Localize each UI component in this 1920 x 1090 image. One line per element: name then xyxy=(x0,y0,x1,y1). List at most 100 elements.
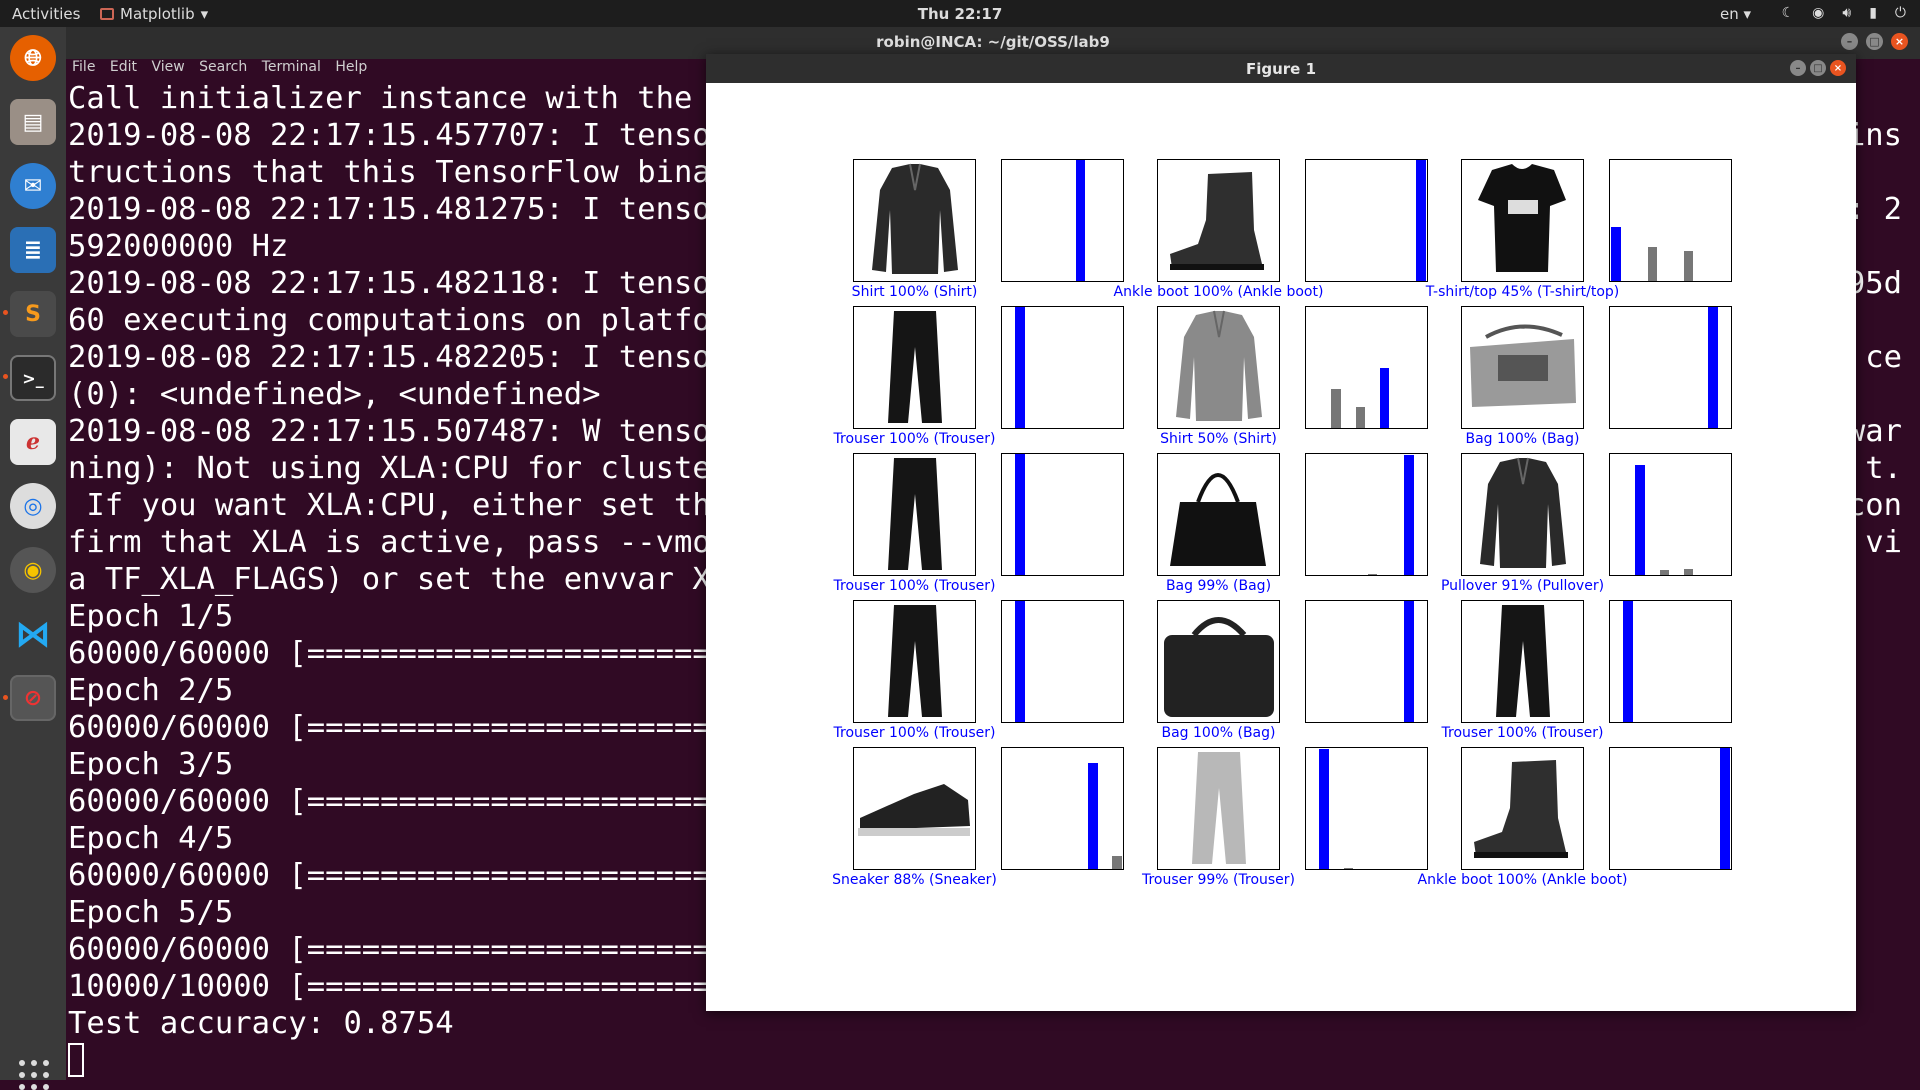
probability-bar xyxy=(1416,160,1426,281)
menu-search[interactable]: Search xyxy=(199,59,247,75)
probability-bar xyxy=(1015,601,1025,722)
image-axes-trouser xyxy=(853,453,976,576)
image-axes-bag-open xyxy=(1461,306,1584,429)
probability-bar xyxy=(1611,226,1621,281)
probability-bar-axes xyxy=(1305,747,1428,870)
probability-bar xyxy=(1379,367,1390,428)
image-axes-trouser xyxy=(853,600,976,723)
writer-icon[interactable]: ≣ xyxy=(10,227,56,273)
thunderbird-icon[interactable]: ✉ xyxy=(10,163,56,209)
probability-bar xyxy=(1319,749,1329,869)
files-icon[interactable]: ▤ xyxy=(10,99,56,145)
close-button[interactable]: × xyxy=(1891,33,1908,50)
prediction-label: Trouser 100% (Trouser) xyxy=(833,578,996,594)
probability-bar xyxy=(1112,855,1122,869)
image-axes-trouser xyxy=(853,306,976,429)
document-viewer-icon[interactable]: ℯ xyxy=(10,419,56,465)
probability-bar xyxy=(1683,568,1694,575)
minimize-button[interactable]: – xyxy=(1790,60,1806,76)
ankle-boot-image xyxy=(1474,760,1568,858)
running-indicator xyxy=(3,310,8,315)
prediction-label: Trouser 100% (Trouser) xyxy=(833,431,996,447)
image-axes-shirt xyxy=(853,159,976,282)
language-indicator[interactable]: en ▾ xyxy=(1720,5,1751,23)
probability-bar xyxy=(1331,389,1342,428)
tote-bag-image xyxy=(1170,473,1266,566)
image-axes-pullover xyxy=(1461,453,1584,576)
rhythmbox-icon[interactable]: ◉ xyxy=(10,547,56,593)
probability-bar xyxy=(1708,307,1718,428)
vscode-icon[interactable]: ⋈ xyxy=(10,611,56,657)
shirt-light-image xyxy=(1176,310,1262,421)
figure-title: Figure 1 xyxy=(1245,60,1317,78)
probability-bar xyxy=(1659,570,1670,575)
matplotlib-figure-icon[interactable]: ⊘ xyxy=(10,675,56,721)
menu-file[interactable]: File xyxy=(72,59,95,75)
probability-bar xyxy=(1075,160,1086,281)
trouser-image xyxy=(888,605,942,717)
image-axes-shirt-light xyxy=(1157,306,1280,429)
firefox-icon[interactable]: 🌐︎ xyxy=(10,35,56,81)
image-axes-ankle-boot xyxy=(1157,159,1280,282)
probability-bar-axes xyxy=(1001,747,1124,870)
probability-bar-axes xyxy=(1001,306,1124,429)
probability-bar xyxy=(1343,867,1354,869)
probability-bar xyxy=(1647,247,1658,281)
probability-bar-axes xyxy=(1305,600,1428,723)
language-label: en xyxy=(1720,5,1739,23)
probability-bar xyxy=(1404,601,1414,722)
trouser-image xyxy=(888,458,942,570)
handbag-image xyxy=(1164,617,1274,717)
probability-bar xyxy=(1087,762,1098,869)
close-button[interactable]: × xyxy=(1830,60,1846,76)
prediction-label: Sneaker 88% (Sneaker) xyxy=(832,872,997,888)
probability-bar xyxy=(1015,307,1025,428)
show-applications-icon[interactable] xyxy=(19,1060,49,1090)
prediction-label: Ankle boot 100% (Ankle boot) xyxy=(1417,872,1628,888)
probability-bar xyxy=(1635,464,1646,575)
shirt-image xyxy=(872,163,958,274)
sublime-text-icon[interactable]: S xyxy=(10,291,56,337)
probability-bar-axes xyxy=(1609,306,1732,429)
probability-bar-axes xyxy=(1305,453,1428,576)
trouser-image xyxy=(888,311,942,423)
prediction-label: Trouser 99% (Trouser) xyxy=(1141,872,1296,888)
prediction-label: Pullover 91% (Pullover) xyxy=(1440,578,1605,594)
probability-bar-axes xyxy=(1001,453,1124,576)
running-indicator xyxy=(3,695,8,700)
probability-bar xyxy=(1015,454,1025,575)
maximize-button[interactable]: □ xyxy=(1866,33,1883,50)
probability-bar-axes xyxy=(1609,453,1732,576)
prediction-label: Shirt 50% (Shirt) xyxy=(1160,431,1277,447)
terminal-icon[interactable]: >_ xyxy=(10,355,56,401)
probability-bar-axes xyxy=(1609,600,1732,723)
image-axes-handbag xyxy=(1157,600,1280,723)
probability-bar-axes xyxy=(1609,159,1732,282)
figure-window[interactable]: Figure 1 – □ × Shirt 100% (Shirt) Ankle b… xyxy=(706,54,1856,1011)
menu-terminal[interactable]: Terminal xyxy=(262,59,321,75)
figure-titlebar[interactable]: Figure 1 – □ × xyxy=(706,54,1856,83)
menu-edit[interactable]: Edit xyxy=(110,59,137,75)
minimize-button[interactable]: – xyxy=(1841,33,1858,50)
plot-canvas[interactable]: Shirt 100% (Shirt) Ankle boot 100% (Ankle… xyxy=(706,83,1856,1011)
probability-bar-axes xyxy=(1305,306,1428,429)
image-axes-trouser xyxy=(1461,600,1584,723)
running-indicator xyxy=(3,374,8,379)
chrome-icon[interactable]: ◎ xyxy=(10,483,56,529)
menu-help[interactable]: Help xyxy=(335,59,367,75)
probability-bar xyxy=(1404,455,1414,575)
probability-bar xyxy=(1683,250,1694,281)
prediction-label: Bag 100% (Bag) xyxy=(1161,725,1276,741)
terminal-cursor xyxy=(68,1043,84,1077)
top-panel: Activities Matplotlib ▾ Thu 22:17 en ▾ ☾… xyxy=(0,0,1920,27)
chevron-down-icon: ▾ xyxy=(1743,5,1752,23)
maximize-button[interactable]: □ xyxy=(1810,60,1826,76)
clock[interactable]: Thu 22:17 xyxy=(0,5,1920,23)
probability-bar-axes xyxy=(1001,600,1124,723)
menu-view[interactable]: View xyxy=(151,59,184,75)
system-tray[interactable]: ☾ ◉ 🔊︎ ▮ ⏻ xyxy=(1782,5,1906,21)
wifi-icon: ◉ xyxy=(1812,5,1825,21)
probability-bar xyxy=(1623,601,1633,722)
probability-bar-axes xyxy=(1305,159,1428,282)
probability-bar xyxy=(1355,407,1366,428)
